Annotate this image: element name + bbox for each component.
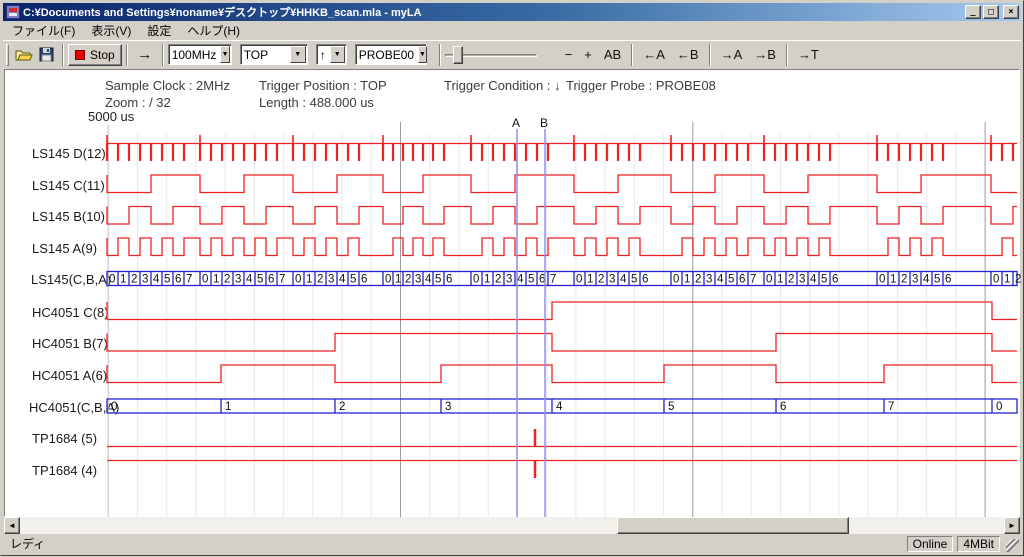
save-button[interactable] [35,44,58,66]
zoom-info: Zoom : / 32 [105,95,171,110]
stop-icon [75,50,85,60]
scroll-left-arrow[interactable]: ◄ [4,517,20,534]
channel-label-tp1684-5[interactable]: TP1684 (5) [32,431,97,446]
zoom-slider-thumb[interactable] [453,46,463,64]
trigger-position-select[interactable]: TOP ▼ [240,44,308,65]
trigger-probe-select[interactable]: PROBE00 ▼ [355,44,427,65]
channel-label-ls145-bus[interactable]: LS145(C,B,A) [31,272,111,287]
toolbar-separator [439,44,441,66]
menu-file[interactable]: ファイル(F) [4,20,83,41]
resize-grip[interactable] [1006,539,1019,552]
cursor-a-label: A [512,116,520,130]
channel-label-hc4051-b[interactable]: HC4051 B(7) [32,336,108,351]
window-title: C:¥Documents and Settings¥noname¥デスクトップ¥… [23,4,965,20]
zoom-in-button[interactable]: + [578,44,598,65]
single-run-button[interactable]: → [132,46,158,63]
memory-size-badge: 4MBit [957,536,1000,552]
toolbar-separator [62,44,64,66]
sample-clock-select[interactable]: 100MHz ▼ [168,44,232,65]
scrollbar-thumb[interactable] [617,517,849,534]
goto-cursor-b-right-button[interactable]: →B [748,44,782,65]
toolbar-separator [631,44,633,66]
minimize-button[interactable]: _ [965,5,981,19]
channel-label-tp1684-4[interactable]: TP1684 (4) [32,463,97,478]
zoom-slider[interactable] [445,44,545,66]
stop-label: Stop [90,48,115,62]
menu-settings[interactable]: 設定 [139,20,179,41]
zoom-out-button[interactable]: − [559,44,579,65]
toolbar: Stop → 100MHz ▼ TOP ▼ ↑ ▼ PROBE00 ▼ − + … [3,40,1021,68]
floppy-disk-icon [39,47,54,62]
toolbar-separator [786,44,788,66]
app-icon [6,5,20,19]
goto-cursor-a-left-button[interactable]: ←A [637,44,671,65]
stop-button[interactable]: Stop [68,44,122,66]
app-window: C:¥Documents and Settings¥noname¥デスクトップ¥… [0,0,1024,556]
maximize-button[interactable]: □ [983,5,999,19]
goto-cursor-b-left-button[interactable]: ←B [671,44,705,65]
goto-trigger-button[interactable]: →T [792,44,825,65]
scroll-right-arrow[interactable]: ► [1004,517,1020,534]
toolbar-separator [126,44,128,66]
open-folder-icon [15,48,33,62]
toolbar-separator [162,44,164,66]
horizontal-scrollbar[interactable]: ◄ ► [4,517,1020,534]
chevron-down-icon[interactable]: ▼ [220,46,229,63]
sample-clock-info: Sample Clock : 2MHz [105,78,230,93]
online-status-badge: Online [907,536,954,552]
waveform-client-area [4,69,1020,517]
channel-label-hc4051-bus[interactable]: HC4051(C,B,A) [29,400,119,415]
menu-view[interactable]: 表示(V) [83,20,139,41]
length-info: Length : 488.000 us [259,95,374,110]
channel-label-hc4051-c[interactable]: HC4051 C(8) [32,305,109,320]
toolbar-grip [6,44,9,66]
chevron-down-icon[interactable]: ▼ [330,46,345,63]
channel-label-ls145-a[interactable]: LS145 A(9) [32,241,97,256]
trigger-position-info: Trigger Position : TOP [259,78,387,93]
trigger-probe-info: Trigger Probe : PROBE08 [566,78,716,93]
status-bar: レディ Online 4MBit [4,534,1020,553]
toolbar-separator [709,44,711,66]
cursor-b-label: B [540,116,548,130]
channel-label-hc4051-a[interactable]: HC4051 A(6) [32,368,107,383]
trigger-condition-info: Trigger Condition : ↓ [444,78,561,93]
time-origin-label: 5000 us [88,109,134,124]
menu-help[interactable]: ヘルプ(H) [179,20,248,41]
goto-cursor-a-right-button[interactable]: →A [715,44,749,65]
open-file-button[interactable] [12,44,35,66]
status-message: レディ [4,535,907,552]
menu-bar: ファイル(F) 表示(V) 設定 ヘルプ(H) [3,21,1021,40]
channel-label-ls145-c[interactable]: LS145 C(11) [32,178,105,193]
title-bar[interactable]: C:¥Documents and Settings¥noname¥デスクトップ¥… [3,3,1021,21]
channel-label-ls145-b[interactable]: LS145 B(10) [32,209,105,224]
zoom-ab-button[interactable]: AB [598,44,627,65]
channel-label-ls145-d[interactable]: LS145 D(12) [32,146,106,161]
chevron-down-icon[interactable]: ▼ [290,46,306,63]
trigger-edge-select[interactable]: ↑ ▼ [316,44,347,65]
close-button[interactable]: × [1003,5,1019,19]
chevron-down-icon[interactable]: ▼ [418,46,427,63]
